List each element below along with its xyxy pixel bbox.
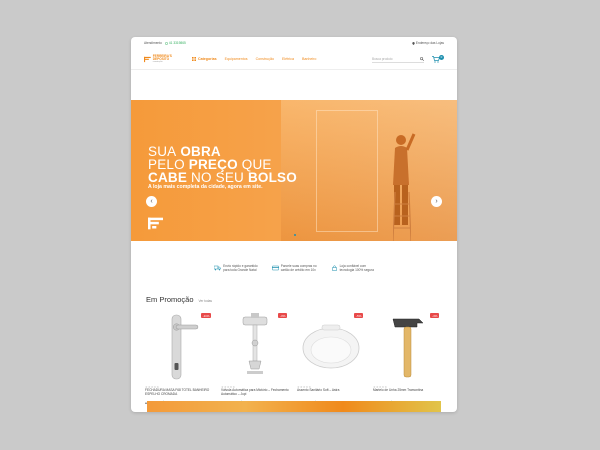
browser-window: Atendimento 41 3319865 Endereço das Loja…	[131, 37, 457, 412]
discount-badge: -5%	[354, 313, 363, 319]
product-name[interactable]: Martelo de Unha 25mm Tramontina	[373, 388, 445, 393]
feature-security: Loja confiável com tecnologia 100% segura	[331, 264, 374, 272]
search-field[interactable]: Busca produto	[372, 55, 424, 63]
cart-button[interactable]: 0	[432, 55, 444, 63]
site-logo[interactable]: FERREIRA'S DEPÓSITO construção	[144, 54, 180, 64]
main-nav: FERREIRA'S DEPÓSITO construção Categoria…	[131, 49, 457, 70]
phone-link[interactable]: 41 3319865	[164, 41, 186, 45]
search-placeholder: Busca produto	[372, 56, 393, 61]
product-image[interactable]	[221, 312, 289, 382]
hero-banner[interactable]: SUA OBRA PELO PREÇO QUE CABE NO SEU BOLS…	[131, 100, 457, 241]
card-icon	[271, 265, 279, 271]
hero-window-frame	[316, 110, 378, 232]
product-name[interactable]: Assento Sanitário Soft – Astra	[297, 388, 369, 393]
hero-word: BOLSO	[247, 170, 297, 185]
product-image[interactable]	[373, 312, 441, 382]
product-card[interactable]: -4% ★★★★★ Martelo de Unha 25mm Tramontin…	[373, 312, 441, 405]
grid-icon	[192, 57, 196, 61]
menu-item-banheiro[interactable]: Banheiro	[302, 57, 316, 61]
feature-line: tecnologia 100% segura	[339, 268, 374, 272]
menu-item-eletrica[interactable]: Elétrica	[282, 57, 294, 61]
hammer-image	[392, 318, 424, 378]
contact-info: Atendimento 41 3319865	[144, 41, 186, 45]
logo-mark-icon	[144, 56, 151, 62]
hero-word: CABE	[148, 170, 188, 185]
hero-logo-mark-icon	[148, 217, 163, 230]
view-all-link[interactable]: Ver todas	[199, 299, 212, 303]
product-image[interactable]	[145, 312, 213, 382]
product-name[interactable]: Válvula Automática para Mictório – Fecha…	[221, 388, 293, 397]
carousel-prev-button[interactable]: ‹	[146, 196, 157, 207]
hero-subtitle: A loja mais completa da cidade, agora em…	[148, 184, 263, 190]
discount-badge: -11%	[201, 313, 211, 319]
carousel-dot-active[interactable]	[294, 234, 296, 236]
product-card[interactable]: -5% ★★★★★ Assento Sanitário Soft – Astra…	[297, 312, 365, 405]
cart-count-badge: 0	[439, 55, 444, 60]
carousel-dots	[294, 234, 296, 236]
product-card[interactable]: -11% ★★★★★ FECHADURA MASA F68 TOTEL BANH…	[145, 312, 213, 405]
hero-word: NO SEU	[191, 170, 244, 185]
promo-title: Em Promoção	[146, 295, 194, 304]
door-handle-image	[171, 314, 199, 380]
feature-shipping: Envio rápido e garantido para toda Grande…	[214, 264, 258, 272]
store-locator-label: Endereço das Lojas	[415, 41, 444, 45]
discount-badge: -3%	[278, 313, 287, 319]
feature-line: para toda Grande Natal	[223, 268, 257, 272]
valve-image	[242, 313, 268, 374]
discount-badge: -4%	[430, 313, 439, 319]
lock-icon	[331, 265, 337, 271]
features-bar: Envio rápido e garantido para toda Grande…	[131, 264, 457, 272]
search-icon[interactable]	[420, 56, 424, 61]
menu: Categorias Equipamentos Construção Elétr…	[192, 57, 316, 61]
product-list: -11% ★★★★★ FECHADURA MASA F68 TOTEL BANH…	[145, 312, 441, 405]
product-name[interactable]: FECHADURA MASA F68 TOTEL BANHEIRO ESPELH…	[145, 388, 217, 397]
store-locator-link[interactable]: Endereço das Lojas	[412, 41, 444, 45]
top-bar: Atendimento 41 3319865 Endereço das Loja…	[131, 37, 457, 49]
support-label: Atendimento	[144, 41, 162, 45]
ladder-illustration	[393, 192, 411, 241]
promo-header: Em Promoção Ver todas	[146, 295, 212, 304]
whatsapp-icon	[164, 41, 168, 45]
categories-menu[interactable]: Categorias	[192, 57, 217, 61]
hero-title: SUA OBRA PELO PREÇO QUE CABE NO SEU BOLS…	[148, 145, 297, 185]
carousel-next-button[interactable]: ›	[431, 196, 442, 207]
product-card[interactable]: -3% ★★★★★ Válvula Automática para Mictór…	[221, 312, 289, 405]
logo-tagline: construção	[152, 61, 163, 64]
feature-installments: Parcele suas compras no cartão de crédito…	[271, 264, 317, 272]
menu-item-construcao[interactable]: Construção	[256, 57, 274, 61]
toilet-seat-image	[302, 324, 360, 369]
secondary-banner[interactable]	[147, 401, 441, 412]
categories-label: Categorias	[198, 57, 217, 61]
location-pin-icon	[412, 41, 415, 45]
phone-number: 41 3319865	[168, 41, 186, 45]
menu-item-equipamentos[interactable]: Equipamentos	[225, 57, 248, 61]
feature-line: cartão de crédito em 10x	[280, 268, 316, 272]
truck-icon	[214, 265, 221, 271]
product-image[interactable]	[297, 312, 365, 382]
